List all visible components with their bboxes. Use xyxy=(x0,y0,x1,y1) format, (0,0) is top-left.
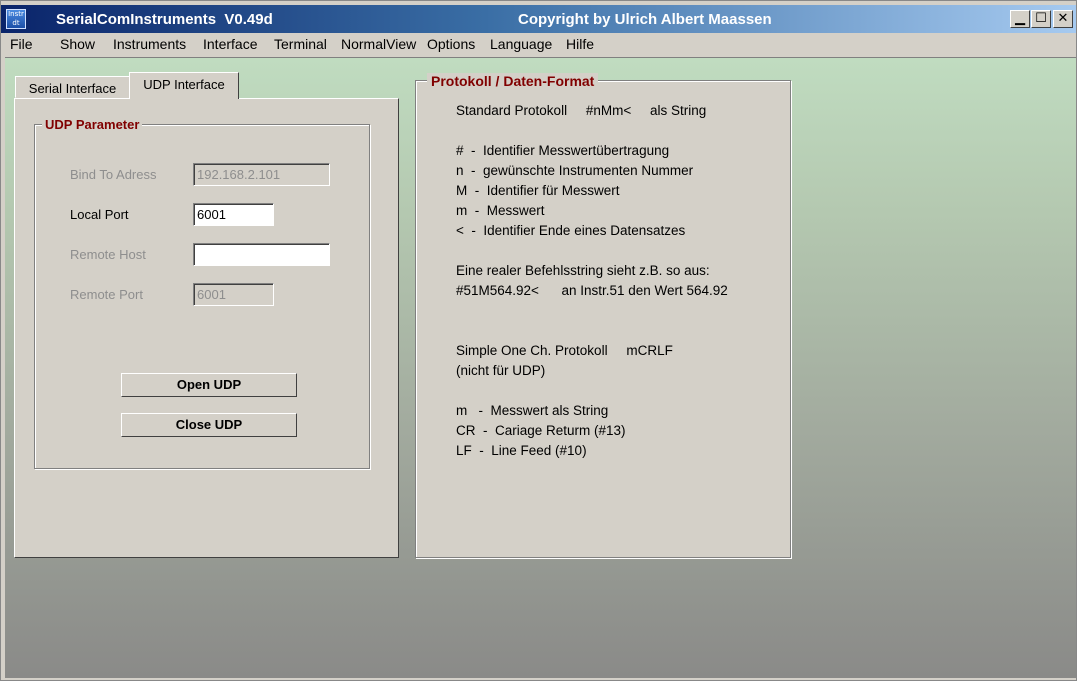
close-icon[interactable]: ✕ xyxy=(1053,10,1073,28)
app-icon-text-bottom: dt xyxy=(12,19,20,27)
remote-host-label: Remote Host xyxy=(70,247,146,262)
close-udp-button[interactable]: Close UDP xyxy=(121,413,297,437)
bind-address-label: Bind To Adress xyxy=(70,167,157,182)
remote-host-field[interactable] xyxy=(193,243,330,266)
maximize-icon[interactable]: ☐ xyxy=(1031,10,1051,28)
protocol-line: CR - Cariage Returm (#13) xyxy=(456,423,626,438)
minimize-icon[interactable]: ▁ xyxy=(1010,10,1030,28)
remote-port-label: Remote Port xyxy=(70,287,143,302)
menu-language[interactable]: Language xyxy=(490,36,552,52)
menu-interface[interactable]: Interface xyxy=(203,36,257,52)
protocol-line: m - Messwert als String xyxy=(456,403,609,418)
menu-terminal[interactable]: Terminal xyxy=(274,36,327,52)
bind-address-field[interactable] xyxy=(193,163,330,186)
remote-port-field[interactable] xyxy=(193,283,274,306)
protocol-line: # - Identifier Messwertübertragung xyxy=(456,143,670,158)
menu-bar: File Show Instruments Interface Terminal… xyxy=(1,33,1076,57)
protocol-line: (nicht für UDP) xyxy=(456,363,546,378)
protocol-line: M - Identifier für Messwert xyxy=(456,183,620,198)
title-bar[interactable]: Instr dt SerialComInstruments V0.49d Cop… xyxy=(1,5,1076,33)
menu-options[interactable]: Options xyxy=(427,36,475,52)
menu-normalview[interactable]: NormalView xyxy=(341,36,416,52)
client-area: Serial Interface UDP Interface UDP Param… xyxy=(5,57,1076,678)
protocol-line: < - Identifier Ende eines Datensatzes xyxy=(456,223,686,238)
menu-hilfe[interactable]: Hilfe xyxy=(566,36,594,52)
menu-instruments[interactable]: Instruments xyxy=(113,36,186,52)
window-title: SerialComInstruments V0.49d xyxy=(56,11,273,28)
local-port-field[interactable] xyxy=(193,203,274,226)
protocol-line: #51M564.92< an Instr.51 den Wert 564.92 xyxy=(456,283,728,298)
protocol-title: Protokoll / Daten-Format xyxy=(427,73,599,89)
app-icon-text-top: Instr xyxy=(8,10,24,18)
local-port-label: Local Port xyxy=(70,207,129,222)
app-window: Instr dt SerialComInstruments V0.49d Cop… xyxy=(0,0,1077,681)
menu-show[interactable]: Show xyxy=(60,36,95,52)
menu-file[interactable]: File xyxy=(10,36,33,52)
protocol-line: n - gewünschte Instrumenten Nummer xyxy=(456,163,694,178)
protocol-line: m - Messwert xyxy=(456,203,545,218)
tab-serial-interface[interactable]: Serial Interface xyxy=(15,76,130,98)
protocol-line: Standard Protokoll #nMm< als String xyxy=(456,103,707,118)
app-icon[interactable]: Instr dt xyxy=(6,9,26,29)
udp-parameter-title: UDP Parameter xyxy=(42,117,143,132)
open-udp-button[interactable]: Open UDP xyxy=(121,373,297,397)
tab-udp-interface[interactable]: UDP Interface xyxy=(129,72,239,99)
protocol-line: Simple One Ch. Protokoll mCRLF xyxy=(456,343,673,358)
protocol-line: LF - Line Feed (#10) xyxy=(456,443,587,458)
copyright-text: Copyright by Ulrich Albert Maassen xyxy=(518,11,772,28)
protocol-line: Eine realer Befehlsstring sieht z.B. so … xyxy=(456,263,710,278)
